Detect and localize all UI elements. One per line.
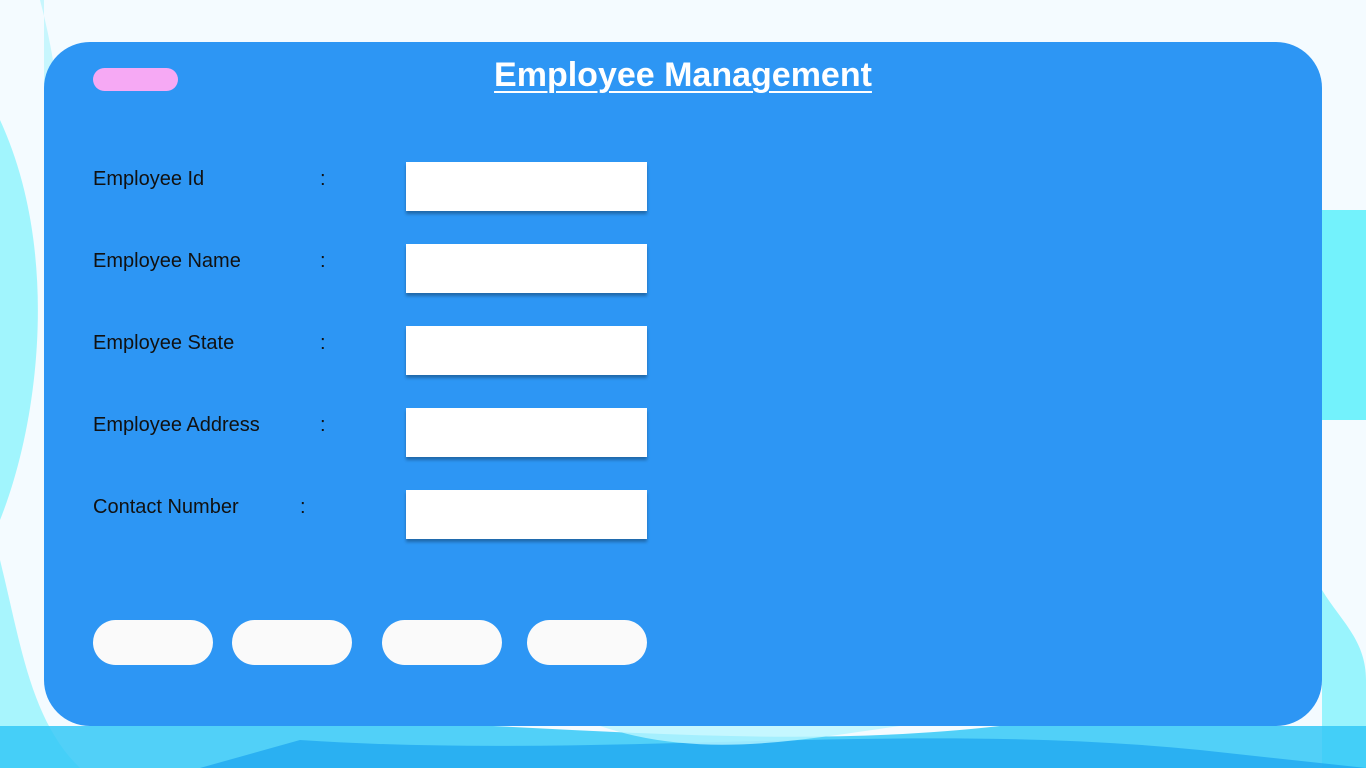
employee-id-label: Employee Id	[93, 168, 205, 190]
action-button-3[interactable]	[382, 620, 502, 665]
employee-name-label: Employee Name	[93, 250, 241, 272]
action-button-1[interactable]	[93, 620, 213, 665]
contact-number-input[interactable]	[406, 490, 647, 539]
action-button-4[interactable]	[527, 620, 647, 665]
employee-form-card: Employee Management Employee Id : Employ…	[44, 42, 1322, 726]
contact-number-colon: :	[300, 496, 306, 518]
employee-id-colon: :	[320, 168, 326, 190]
employee-name-colon: :	[320, 250, 326, 272]
employee-name-input[interactable]	[406, 244, 647, 293]
employee-state-input[interactable]	[406, 326, 647, 375]
employee-id-input[interactable]	[406, 162, 647, 211]
employee-address-colon: :	[320, 414, 326, 436]
employee-address-input[interactable]	[406, 408, 647, 457]
employee-address-label: Employee Address	[93, 414, 260, 436]
page-title: Employee Management	[494, 56, 872, 94]
employee-state-colon: :	[320, 332, 326, 354]
action-button-2[interactable]	[232, 620, 352, 665]
contact-number-label: Contact Number	[93, 496, 239, 518]
employee-state-label: Employee State	[93, 332, 235, 354]
